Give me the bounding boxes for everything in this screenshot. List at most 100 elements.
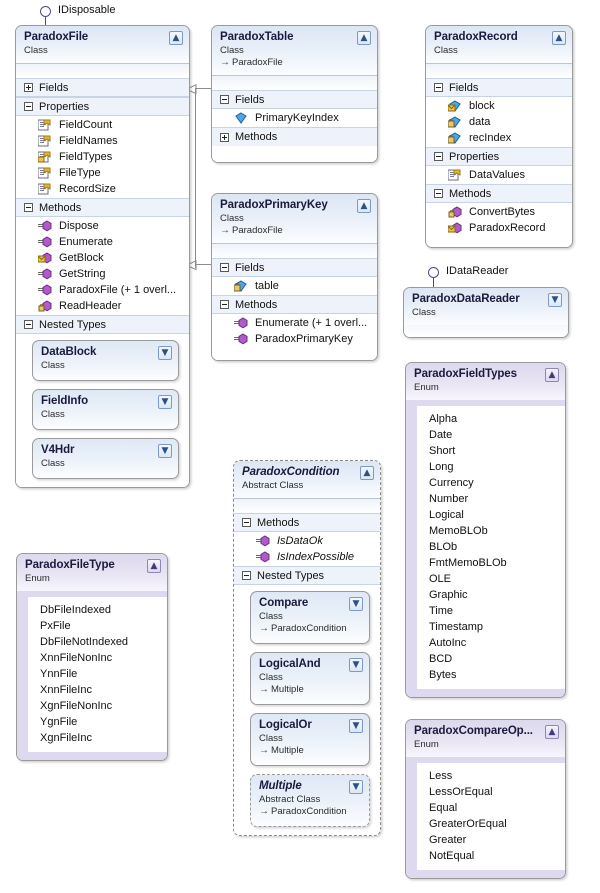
member-row[interactable]: PrimaryKeyIndex	[212, 110, 377, 126]
member-row[interactable]: FileType	[16, 165, 189, 181]
member-row[interactable]: data	[426, 114, 572, 130]
member-name: ConvertBytes	[469, 206, 536, 218]
type-name: ParadoxCondition	[242, 466, 340, 478]
chevron-up-icon[interactable]: ▲	[147, 559, 161, 573]
compartment-methods[interactable]: Methods	[16, 198, 189, 217]
enum-value: BLOb	[429, 541, 458, 553]
interface-lollipop-icon	[428, 267, 439, 278]
member-name: PrimaryKeyIndex	[255, 112, 339, 124]
chevron-up-icon[interactable]: ▲	[357, 31, 371, 45]
chevron-down-icon[interactable]: ▼	[349, 719, 363, 733]
chevron-up-icon[interactable]: ▲	[360, 466, 374, 480]
chevron-up-icon[interactable]: ▲	[169, 31, 183, 45]
member-row[interactable]: ParadoxFile (+ 1 overl...	[16, 282, 189, 298]
member-row[interactable]: ParadoxRecord	[426, 220, 572, 236]
member-row[interactable]: GetString	[16, 266, 189, 282]
member-row[interactable]: ReadHeader	[16, 298, 189, 314]
chevron-down-icon[interactable]: ▼	[158, 444, 172, 458]
member-row[interactable]: Enumerate	[16, 234, 189, 250]
member-name: IsDataOk	[277, 535, 323, 547]
nested-class-logicaland[interactable]: LogicalAnd Class → Multiple ▼	[250, 652, 370, 705]
nested-class-multiple[interactable]: Multiple Abstract Class → ParadoxConditio…	[250, 774, 370, 827]
member-name: ParadoxRecord	[469, 222, 546, 234]
compartment-label: Fields	[39, 81, 69, 94]
expander-minus-icon[interactable]	[24, 320, 33, 329]
enum-paradoxfieldtypes[interactable]: ParadoxFieldTypes Enum ▲ Alpha Date Shor…	[405, 362, 566, 698]
compartment-label: Methods	[235, 131, 278, 143]
chevron-up-icon[interactable]: ▲	[357, 199, 371, 213]
compartment-label: Fields	[449, 81, 479, 94]
property-icon	[38, 135, 52, 147]
expander-minus-icon[interactable]	[434, 189, 443, 198]
member-name: data	[469, 116, 491, 128]
member-row[interactable]: FieldTypes	[16, 149, 189, 165]
chevron-down-icon[interactable]: ▼	[548, 293, 562, 307]
expander-minus-icon[interactable]	[220, 95, 229, 104]
class-paradoxrecord[interactable]: ParadoxRecord Class ▲ Fields block data …	[425, 25, 573, 248]
class-paradoxcondition[interactable]: ParadoxCondition Abstract Class ▲ Method…	[233, 460, 381, 836]
member-row[interactable]: table	[212, 278, 377, 294]
class-paradoxfile[interactable]: ParadoxFile Class ▲ Fields Properties Fi…	[15, 25, 190, 488]
compartment-fields[interactable]: Fields	[212, 90, 377, 109]
expander-minus-icon[interactable]	[434, 83, 443, 92]
enum-paradoxfiletype[interactable]: ParadoxFileType Enum ▲ DbFileIndexed PxF…	[16, 553, 168, 761]
nested-class-v4hdr[interactable]: V4Hdr Class ▼	[32, 438, 179, 479]
member-list-methods: ConvertBytes ParadoxRecord	[426, 203, 572, 237]
expander-plus-icon[interactable]	[220, 132, 229, 142]
expander-minus-icon[interactable]	[434, 152, 443, 161]
class-paradoxprimarykey[interactable]: ParadoxPrimaryKey Class → ParadoxFile ▲ F…	[211, 193, 378, 361]
member-row[interactable]: IsDataOk	[234, 533, 380, 549]
member-name: Enumerate (+ 1 overl...	[255, 317, 368, 329]
chevron-down-icon[interactable]: ▼	[158, 346, 172, 360]
class-paradoxdatareader[interactable]: ParadoxDataReader Class ▼	[403, 287, 569, 338]
member-row[interactable]: recIndex	[426, 130, 572, 146]
member-row[interactable]: FieldCount	[16, 117, 189, 133]
nested-class-logicalor[interactable]: LogicalOr Class → Multiple ▼	[250, 713, 370, 766]
nested-class-fieldinfo[interactable]: FieldInfo Class ▼	[32, 389, 179, 430]
member-row[interactable]: ParadoxPrimaryKey	[212, 331, 377, 347]
member-row[interactable]: RecordSize	[16, 181, 189, 197]
compartment-nested-types[interactable]: Nested Types	[16, 315, 189, 334]
compartment-fields[interactable]: Fields	[426, 78, 572, 97]
member-row[interactable]: GetBlock	[16, 250, 189, 266]
nested-class-compare[interactable]: Compare Class → ParadoxCondition ▼	[250, 591, 370, 644]
compartment-methods[interactable]: Methods	[426, 184, 572, 203]
chevron-up-icon[interactable]: ▲	[545, 725, 559, 739]
type-kind: Class	[41, 458, 65, 469]
chevron-up-icon[interactable]: ▲	[552, 31, 566, 45]
member-row[interactable]: DataValues	[426, 167, 572, 183]
nested-class-datablock[interactable]: DataBlock Class ▼	[32, 340, 179, 381]
class-paradoxtable[interactable]: ParadoxTable Class → ParadoxFile ▲ Fields…	[211, 25, 378, 163]
compartment-methods[interactable]: Methods	[212, 295, 377, 314]
chevron-down-icon[interactable]: ▼	[349, 780, 363, 794]
member-row[interactable]: IsIndexPossible	[234, 549, 380, 565]
member-row[interactable]: FieldNames	[16, 133, 189, 149]
member-row[interactable]: block	[426, 98, 572, 114]
enum-value: YnnFile	[40, 668, 78, 680]
compartment-properties[interactable]: Properties	[426, 147, 572, 166]
chevron-down-icon[interactable]: ▼	[349, 658, 363, 672]
expander-minus-icon[interactable]	[220, 300, 229, 309]
member-row[interactable]: ConvertBytes	[426, 204, 572, 220]
chevron-down-icon[interactable]: ▼	[349, 597, 363, 611]
compartment-properties[interactable]: Properties	[16, 97, 189, 116]
expander-minus-icon[interactable]	[24, 102, 33, 111]
member-row[interactable]: Enumerate (+ 1 overl...	[212, 315, 377, 331]
member-row[interactable]: Dispose	[16, 218, 189, 234]
compartment-fields[interactable]: Fields	[212, 258, 377, 277]
expander-minus-icon[interactable]	[242, 571, 251, 580]
compartment-nested-types[interactable]: Nested Types	[234, 566, 380, 585]
compartment-methods[interactable]: Methods	[212, 127, 377, 146]
compartment-fields[interactable]: Fields	[16, 78, 189, 97]
expander-minus-icon[interactable]	[24, 203, 33, 212]
chevron-up-icon[interactable]: ▲	[545, 368, 559, 382]
enum-paradoxcompareoperator[interactable]: ParadoxCompareOp... Enum ▲ Less LessOrEq…	[405, 719, 566, 879]
enum-value-strip: DbFileIndexed PxFile DbFileNotIndexed Xn…	[17, 591, 167, 760]
expander-plus-icon[interactable]	[24, 83, 33, 92]
arrow-icon: →	[259, 684, 269, 695]
compartment-methods[interactable]: Methods	[234, 513, 380, 532]
expander-minus-icon[interactable]	[242, 518, 251, 527]
expander-minus-icon[interactable]	[220, 263, 229, 272]
chevron-down-icon[interactable]: ▼	[158, 395, 172, 409]
enum-value: Greater	[429, 834, 467, 846]
